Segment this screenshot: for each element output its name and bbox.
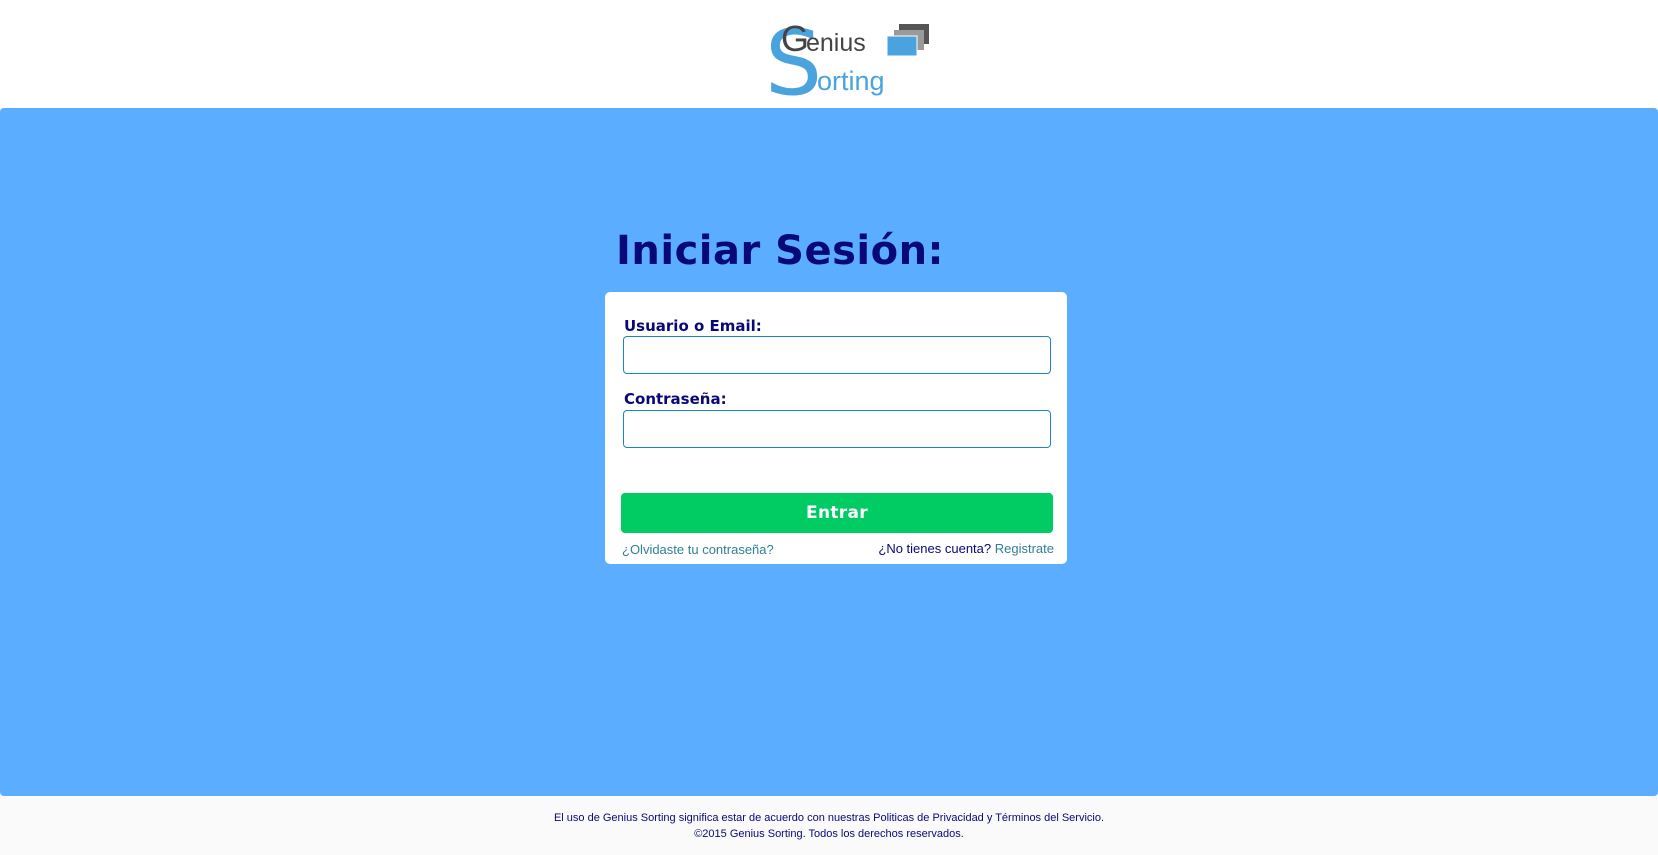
logo-card-front [886,35,918,57]
genius-sorting-logo[interactable]: S G enius orting [769,12,937,100]
signup-prompt: ¿No tienes cuenta? Registrate [878,541,1054,556]
login-form: Usuario o Email: Contraseña: Entrar ¿Olv… [605,292,1067,564]
forgot-password-link[interactable]: ¿Olvidaste tu contraseña? [622,542,774,557]
register-link[interactable]: Registrate [995,541,1054,556]
login-submit-button[interactable]: Entrar [621,493,1053,533]
username-input[interactable] [623,336,1051,374]
password-input[interactable] [623,410,1051,448]
page-title: Iniciar Sesión: [616,228,945,274]
logo-g-letter: G [781,18,809,59]
no-account-text: ¿No tienes cuenta? [878,541,995,556]
site-header: S G enius orting [0,0,1658,108]
password-label: Contraseña: [624,390,727,408]
logo-word-genius: enius [806,29,866,57]
username-label: Usuario o Email: [624,317,762,335]
copyright-notice: ©2015 Genius Sorting. Todos los derechos… [694,828,964,840]
site-footer: El uso de Genius Sorting significa estar… [0,796,1658,855]
terms-notice: El uso de Genius Sorting significa estar… [553,812,1105,824]
logo-word-sorting: orting [817,66,885,96]
